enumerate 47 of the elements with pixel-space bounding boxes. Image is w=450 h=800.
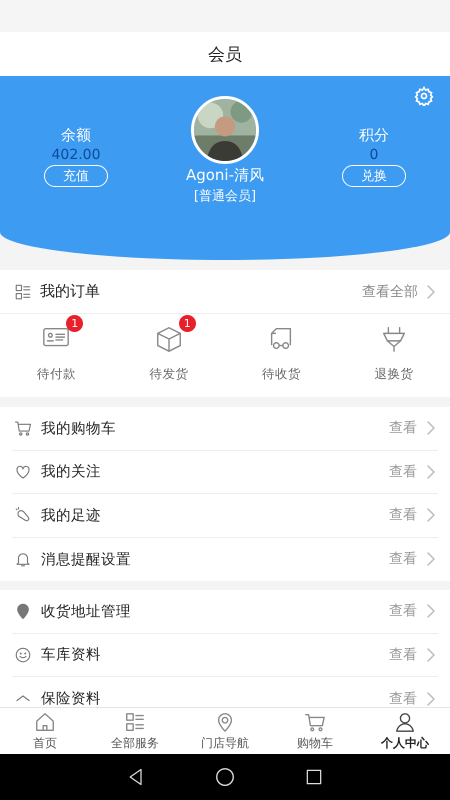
order-status-label[interactable]: 退换货 (374, 366, 414, 383)
order-status-label[interactable]: 待收货 (262, 366, 301, 383)
member-level: [普通会员] (194, 188, 256, 205)
bell-icon (14, 550, 32, 568)
grid-list-icon (14, 282, 32, 300)
settings-icon[interactable] (414, 86, 434, 106)
tab[interactable]: 门店导航 (180, 708, 270, 754)
count-badge: 1 (178, 315, 196, 332)
order-status-label[interactable]: 待付款 (36, 366, 76, 383)
chevron-icon (426, 603, 436, 620)
section-title: 我的订单 (40, 282, 101, 301)
chevron-icon (426, 507, 436, 524)
recents-icon (304, 767, 324, 787)
chevron-icon (426, 464, 436, 480)
grid-list-icon (124, 710, 146, 732)
chevron-icon (426, 551, 436, 568)
points-value: 0 (370, 147, 378, 163)
page-title: 会员 (208, 44, 242, 66)
user-icon (394, 710, 416, 732)
balance-label: 余额 (61, 126, 91, 145)
location-pin-icon (14, 602, 32, 620)
tab[interactable]: 首页 (0, 708, 90, 754)
footprint-icon (14, 506, 32, 524)
view-all-link[interactable]: 查看全部 (362, 282, 418, 300)
menu-item-label[interactable]: 车库资料 (41, 645, 380, 664)
order-status-label[interactable]: 待发货 (149, 366, 188, 383)
menu-item-label[interactable]: 保险资料 (41, 689, 380, 707)
chevron-icon (426, 420, 436, 436)
smile-icon (14, 646, 32, 664)
user-name: Agoni-清风 (186, 166, 264, 185)
home-circle-icon (214, 766, 236, 788)
tab[interactable]: 个人中心 (360, 708, 450, 754)
chevron-icon (426, 646, 436, 663)
chevron-icon (426, 690, 436, 707)
balance-value: 402.00 (52, 147, 100, 163)
chevron-icon (426, 284, 436, 300)
menu-item-label[interactable]: 消息提醒设置 (41, 550, 380, 569)
tab[interactable]: 购物车 (270, 708, 360, 754)
menu-item-label[interactable]: 我的足迹 (41, 506, 380, 525)
count-badge: 1 (66, 315, 84, 332)
points-label: 积分 (358, 126, 389, 145)
menu-item-label[interactable]: 我的购物车 (41, 418, 380, 438)
home-icon (34, 710, 56, 732)
tab[interactable]: 全部服务 (90, 708, 180, 754)
menu-item-label[interactable]: 收货地址管理 (41, 602, 380, 621)
cart-icon (14, 419, 32, 438)
menu-item-label[interactable]: 我的关注 (41, 462, 380, 482)
